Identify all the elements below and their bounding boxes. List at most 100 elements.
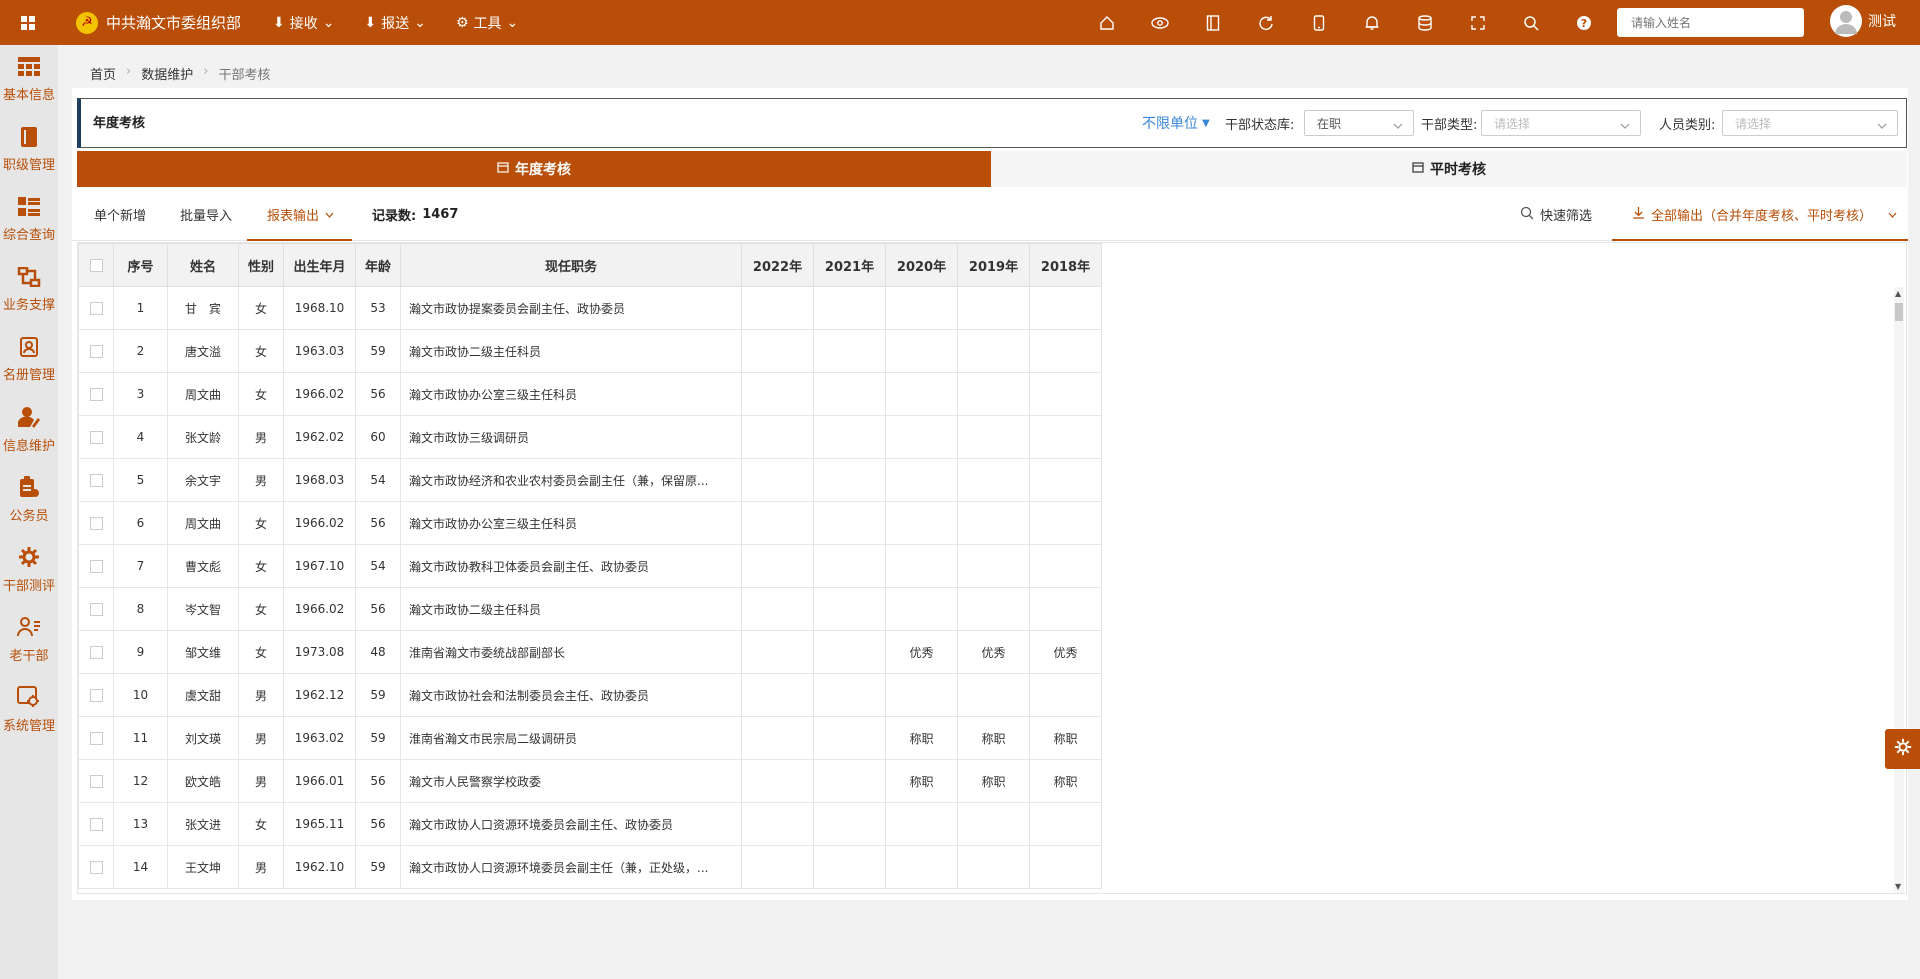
sidebar-item-rank[interactable]: 职级管理 [0,115,58,185]
unit-selector[interactable]: 不限单位 ▼ [1142,113,1210,133]
table-row[interactable]: 9 邹文维女 1973.08 48 淮南省瀚文市委统战部副部长 优秀 优秀 优秀 [78,630,1102,674]
table-cell: 瀚文市政协二级主任科员 [400,587,742,631]
table-cell [957,544,1030,588]
row-select-cell [78,802,114,846]
table-row[interactable]: 6 周文曲女 1966.02 56 瀚文市政协办公室三级主任科员 [78,501,1102,545]
notebook-icon[interactable] [1186,0,1239,45]
apps-grid-icon[interactable] [0,0,56,45]
sidebar-item-evaluation[interactable]: 干部测评 [0,535,58,605]
column-header[interactable]: 2021年 [813,243,886,287]
user-menu[interactable]: 测试 [1830,5,1896,37]
table-cell: 男 [238,673,284,717]
sidebar-item-retired[interactable]: 老干部 [0,605,58,675]
table-row[interactable]: 2 唐文溢女 1963.03 59 瀚文市政协二级主任科员 [78,329,1102,373]
sidebar-item-basic-info[interactable]: 基本信息 [0,45,58,115]
row-checkbox[interactable] [89,388,103,401]
vertical-scrollbar[interactable]: ▲ ▼ [1894,287,1904,893]
help-icon[interactable]: ? [1557,0,1610,45]
quick-filter-button[interactable]: 快速筛选 [1520,205,1592,224]
chevron-down-icon: ⌄ [322,14,335,31]
column-header[interactable]: 出生年月 [283,243,356,287]
category-select[interactable]: 请选择 [1722,110,1898,136]
add-single-button[interactable]: 单个新增 [94,205,146,224]
row-checkbox[interactable] [89,775,103,788]
tab-regular[interactable]: 平时考核 [991,151,1907,187]
home-icon[interactable] [1080,0,1133,45]
table-cell: 唐文溢 [167,329,239,373]
search-icon[interactable] [1504,0,1557,45]
breadcrumb-data[interactable]: 数据维护 [141,64,193,83]
tab-annual[interactable]: 年度考核 [77,151,991,187]
row-checkbox[interactable] [89,603,103,616]
type-select[interactable]: 请选择 [1481,110,1641,136]
breadcrumb-home[interactable]: 首页 [90,64,116,83]
table-row[interactable]: 7 曹文彪女 1967.10 54 瀚文市政协教科卫体委员会副主任、政协委员 [78,544,1102,588]
export-all-dropdown[interactable]: 全部输出（合并年度考核、平时考核） [1632,205,1897,224]
table-row[interactable]: 12 欧文皓男 1966.01 56 瀚文市人民警察学校政委 称职 称职 称职 [78,759,1102,803]
floating-settings-button[interactable] [1885,729,1920,769]
table-row[interactable]: 14 王文坤男 1962.10 59 瀚文市政协人口资源环境委员会副主任（兼，正处级，.… [78,845,1102,889]
status-select[interactable]: 在职 [1304,110,1414,136]
column-header[interactable]: 2018年 [1029,243,1102,287]
row-checkbox[interactable] [89,560,103,573]
menu-receive[interactable]: ⬇ 接收 ⌄ [273,13,334,33]
breadcrumb-current: 干部考核 [218,68,271,83]
table-cell: 8 [113,587,168,631]
batch-import-button[interactable]: 批量导入 [180,205,232,224]
name-search-input[interactable] [1617,8,1804,37]
sidebar-item-maintain[interactable]: 信息维护 [0,395,58,465]
column-header[interactable]: 年龄 [355,243,401,287]
sidebar-item-query[interactable]: 综合查询 [0,185,58,255]
row-checkbox[interactable] [89,517,103,530]
table-cell: 54 [355,544,401,588]
sidebar: 基本信息 职级管理 综合查询 业务支撑 名册管理 信息维护 公务员 干部测评 老… [0,45,58,979]
table-row[interactable]: 5 余文宇男 1968.03 54 瀚文市政协经济和农业农村委员会副主任（兼，保留原..… [78,458,1102,502]
menu-submit[interactable]: ⬇ 报送 ⌄ [364,13,425,33]
column-header[interactable]: 序号 [113,243,168,287]
table-row[interactable]: 4 张文龄男 1962.02 60 瀚文市政协三级调研员 [78,415,1102,459]
row-checkbox[interactable] [89,474,103,487]
table-row[interactable]: 1甘 宾女 1968.10 53 瀚文市政协提案委员会副主任、政协委员 [78,286,1102,330]
table-cell [813,501,886,545]
tab-annual-label: 年度考核 [515,162,571,178]
column-header[interactable]: 现任职务 [400,243,742,287]
select-all-checkbox[interactable] [89,258,103,272]
table-row[interactable]: 3 周文曲女 1966.02 56 瀚文市政协办公室三级主任科员 [78,372,1102,416]
row-checkbox[interactable] [89,646,103,659]
column-header[interactable]: 姓名 [167,243,239,287]
sidebar-item-roster[interactable]: 名册管理 [0,325,58,395]
row-checkbox[interactable] [89,345,103,358]
eye-icon[interactable] [1133,0,1186,45]
database-icon[interactable] [1398,0,1451,45]
table-row[interactable]: 10 虞文甜男 1962.12 59 瀚文市政协社会和法制委员会主任、政协委员 [78,673,1102,717]
scrollbar-thumb[interactable] [1895,303,1903,321]
fullscreen-icon[interactable] [1451,0,1504,45]
table-row[interactable]: 11 刘文瑛男 1963.02 59 淮南省瀚文市民宗局二级调研员 称职 称职 称职 [78,716,1102,760]
row-checkbox[interactable] [89,861,103,874]
table-row[interactable]: 13 张文进女 1965.11 56 瀚文市政协人口资源环境委员会副主任、政协委员 [78,802,1102,846]
mobile-icon[interactable] [1292,0,1345,45]
table-cell [1029,845,1102,889]
column-header[interactable]: 2020年 [885,243,958,287]
row-checkbox[interactable] [89,302,103,315]
avatar [1830,5,1862,37]
column-header[interactable]: 2022年 [741,243,814,287]
table-header: 序号 姓名 性别 出生年月 年龄 现任职务 2022年 2021年 2020年 2019年 2018… [78,243,1102,287]
report-export-dropdown[interactable]: 报表输出 [267,205,334,224]
elder-icon [17,616,41,642]
sidebar-item-support[interactable]: 业务支撑 [0,255,58,325]
scroll-up-icon[interactable]: ▲ [1895,289,1901,298]
sidebar-item-system[interactable]: 系统管理 [0,675,58,745]
bell-icon[interactable] [1345,0,1398,45]
menu-tools[interactable]: ⚙ 工具 ⌄ [456,13,518,33]
row-checkbox[interactable] [89,732,103,745]
column-header[interactable]: 性别 [238,243,284,287]
table-row[interactable]: 8 岑文智女 1966.02 56 瀚文市政协二级主任科员 [78,587,1102,631]
row-checkbox[interactable] [89,431,103,444]
row-checkbox[interactable] [89,689,103,702]
column-header[interactable]: 2019年 [957,243,1030,287]
row-checkbox[interactable] [89,818,103,831]
scroll-down-icon[interactable]: ▼ [1895,882,1901,891]
refresh-icon[interactable] [1239,0,1292,45]
sidebar-item-civil-servant[interactable]: 公务员 [0,465,58,535]
